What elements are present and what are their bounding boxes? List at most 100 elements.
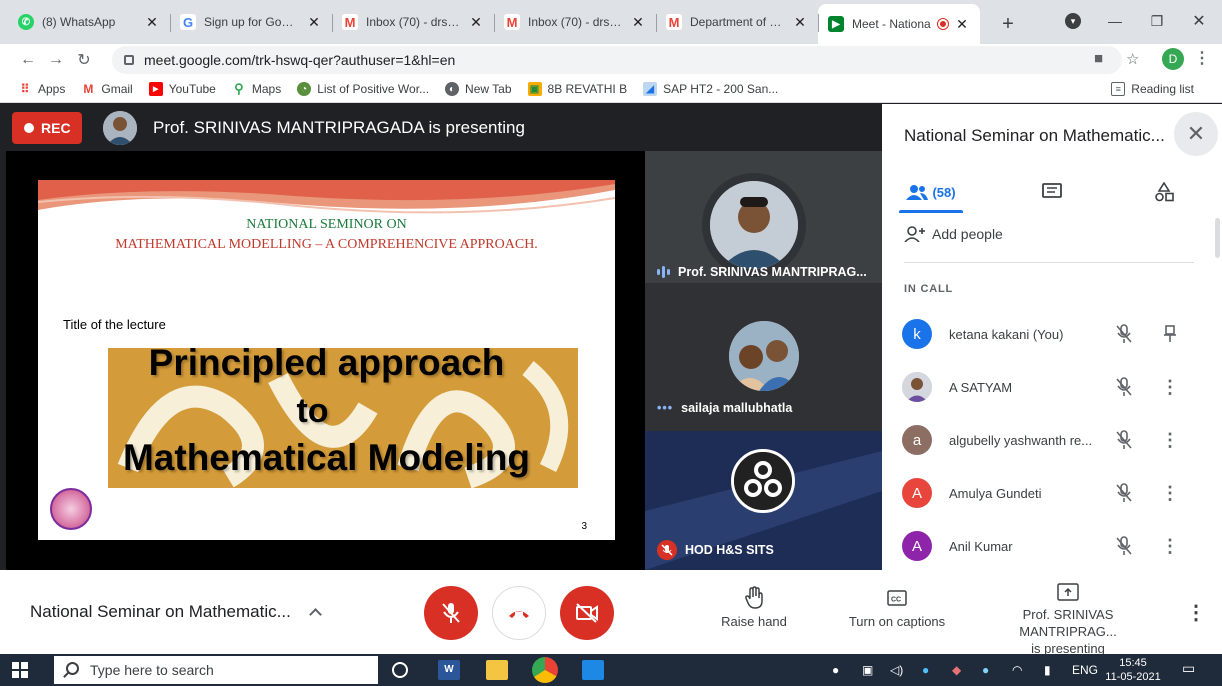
recording-button[interactable]: REC [12,112,82,144]
file-explorer-icon[interactable] [486,660,508,680]
participant-row[interactable]: A Anil Kumar ⋮ [902,526,1202,566]
taskbar-search-input[interactable]: Type here to search [54,656,378,684]
more-options-icon[interactable]: ⋮ [1160,428,1180,452]
close-icon[interactable]: ✕ [306,14,322,31]
close-panel-button[interactable]: ✕ [1174,112,1218,156]
tab-activities[interactable] [1144,170,1184,214]
close-icon[interactable]: ✕ [792,14,808,31]
tab-chat[interactable] [1032,170,1072,214]
tab-department[interactable]: M Department of Mat ✕ [656,4,818,40]
teams-tray-icon[interactable]: ● [832,663,839,677]
close-icon[interactable]: ✕ [954,16,970,33]
close-icon[interactable]: ✕ [468,14,484,31]
security-icon[interactable]: ◆ [952,663,961,677]
more-options-icon[interactable]: ⋮ [1186,600,1206,625]
participant-tile-sailaja[interactable]: ••• sailaja mallubhatla [645,283,882,431]
camera-in-use-icon[interactable]: ■ [1094,50,1103,67]
more-options-icon[interactable]: ⋮ [1160,375,1180,399]
participant-tile-presenter[interactable]: Prof. SRINIVAS MANTRIPRAG... [645,151,882,283]
browser-menu-icon[interactable]: ⋮ [1194,48,1210,68]
captions-icon: CC [844,586,950,610]
camera-toggle-button[interactable] [560,586,614,640]
slide-title-line2: to [296,392,329,430]
microphone-tray-icon[interactable]: ▮ [1044,663,1051,677]
address-bar[interactable]: meet.google.com/trk-hswq-qer?authuser=1&… [112,46,1122,74]
more-options-icon[interactable]: ⋮ [1160,534,1180,558]
bookmark-gmail[interactable]: M Gmail [81,82,132,96]
tab-google-signup[interactable]: G Sign up for Google ✕ [170,4,332,40]
sync-icon[interactable]: ● [982,663,989,677]
bookmark-star-icon[interactable]: ☆ [1126,50,1139,68]
google-icon: G [180,14,196,30]
panel-divider [904,262,1194,263]
wifi-icon[interactable]: ◠ [1012,663,1022,677]
meet-tray-icon[interactable]: ▣ [862,663,873,677]
reading-list-button[interactable]: ≡ Reading list [1111,82,1194,96]
in-call-heading: IN CALL [904,283,953,295]
pin-icon[interactable] [1160,322,1180,346]
clock-time: 15:45 [1119,657,1147,669]
network-app-icon[interactable]: ● [922,663,929,677]
new-tab-button[interactable]: + [994,10,1022,38]
bookmark-positive-words[interactable]: ◔ List of Positive Wor... [297,82,429,96]
window-close-button[interactable]: ✕ [1184,8,1214,34]
tab-whatsapp[interactable]: ✆ (8) WhatsApp ✕ [8,4,170,40]
forward-button[interactable]: → [42,51,70,69]
bookmark-sap[interactable]: ◢ SAP HT2 - 200 San... [643,82,778,96]
maps-pin-icon: ⚲ [234,81,244,96]
bookmark-apps[interactable]: ⠿ Apps [18,82,66,96]
app-icon[interactable] [582,660,604,680]
chrome-icon[interactable] [532,657,558,683]
close-icon[interactable]: ✕ [630,14,646,31]
cortana-icon[interactable] [392,662,408,678]
add-people-button[interactable]: Add people [904,226,1003,242]
tab-meet[interactable]: ▶ Meet - Nationa ✕ [818,4,980,44]
mic-off-icon [1112,481,1136,505]
participant-name-text: sailaja mallubhatla [681,401,793,415]
captions-label: Turn on captions [848,614,946,629]
participant-row[interactable]: k ketana kakani (You) [902,314,1202,354]
tab-search-button[interactable]: ▾ [1058,8,1088,34]
participant-photo [729,321,799,391]
search-icon [66,662,79,675]
system-clock[interactable]: 15:45 11-05-2021 [1102,656,1164,684]
meeting-details-button[interactable]: National Seminar on Mathematic... [30,602,322,622]
restore-button[interactable]: ❐ [1142,8,1172,34]
leave-call-button[interactable] [492,586,546,640]
participant-row[interactable]: A SATYAM ⋮ [902,367,1202,407]
profile-avatar[interactable]: D [1162,48,1184,70]
bookmark-label: List of Positive Wor... [317,82,430,96]
close-icon[interactable]: ✕ [144,14,160,31]
bookmark-youtube[interactable]: ▶ YouTube [148,82,216,96]
minimize-button[interactable]: — [1100,8,1130,34]
meeting-name: National Seminar on Mathematic... [30,602,291,621]
tab-inbox-2[interactable]: M Inbox (70) - drshakt ✕ [494,4,656,40]
language-indicator[interactable]: ENG [1072,663,1098,677]
captions-button[interactable]: CC Turn on captions [844,586,950,629]
reading-list-label: Reading list [1131,82,1194,96]
participant-tile-hod[interactable]: HOD H&S SITS [645,431,882,570]
slide-seminar-line1: NATIONAL SEMINOR ON [246,217,407,232]
back-button[interactable]: ← [14,51,42,69]
apps-grid-icon: ⠿ [20,82,30,96]
bookmark-maps[interactable]: ⚲ Maps [232,81,281,96]
raise-hand-button[interactable]: Raise hand [716,586,792,629]
participant-row[interactable]: a algubelly yashwanth re... ⋮ [902,420,1202,460]
slide-title-line1: Principled approach [148,342,505,383]
notification-icon[interactable]: ▭ [1182,660,1195,677]
gmail-icon: M [342,14,358,30]
tab-inbox-1[interactable]: M Inbox (70) - drshakt ✕ [332,4,494,40]
reload-button[interactable]: ↻ [70,50,98,70]
bookmark-revathi[interactable]: ▣ 8B REVATHI B [527,82,627,96]
microphone-toggle-button[interactable] [424,586,478,640]
bookmark-new-tab[interactable]: ◐ New Tab [445,82,512,96]
more-options-icon[interactable]: ⋮ [1160,481,1180,505]
volume-icon[interactable]: ◁) [890,663,903,677]
panel-scrollbar[interactable] [1215,218,1220,258]
word-icon[interactable]: W [438,660,460,680]
browser-toolbar: ← → ↻ meet.google.com/trk-hswq-qer?authu… [0,44,1222,76]
tab-people[interactable]: (58) [899,170,963,214]
participant-row[interactable]: A Amulya Gundeti ⋮ [902,473,1202,513]
present-now-button[interactable]: Prof. SRINIVAS MANTRIPRAG... is presenti… [978,582,1158,657]
windows-start-icon[interactable] [12,662,28,678]
